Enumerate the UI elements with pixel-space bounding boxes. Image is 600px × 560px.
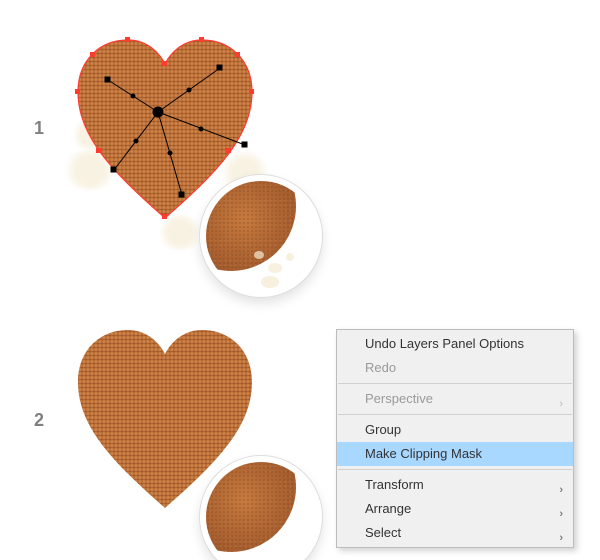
menu-item-redo: Redo	[337, 356, 573, 380]
menu-separator	[338, 414, 572, 415]
menu-item-undo[interactable]: Undo Layers Panel Options	[337, 332, 573, 356]
context-menu: Undo Layers Panel Options Redo Perspecti…	[336, 329, 574, 548]
menu-item-label: Arrange	[365, 501, 411, 516]
step-2-label: 2	[34, 410, 44, 431]
menu-item-perspective: Perspective›	[337, 387, 573, 411]
menu-item-label: Undo Layers Panel Options	[365, 336, 524, 351]
tutorial-figure: 1	[0, 0, 600, 560]
menu-item-label: Make Clipping Mask	[365, 446, 482, 461]
menu-item-select[interactable]: Select›	[337, 521, 573, 545]
chevron-right-icon: ›	[559, 526, 563, 550]
menu-item-label: Perspective	[365, 391, 433, 406]
menu-item-arrange[interactable]: Arrange›	[337, 497, 573, 521]
menu-item-label: Transform	[365, 477, 424, 492]
zoom-detail-2	[200, 456, 322, 560]
chevron-right-icon: ›	[559, 392, 563, 416]
menu-item-transform[interactable]: Transform›	[337, 473, 573, 497]
zoom-detail-1	[200, 175, 322, 297]
menu-item-group[interactable]: Group	[337, 418, 573, 442]
menu-item-label: Select	[365, 525, 401, 540]
menu-separator	[338, 469, 572, 470]
menu-item-label: Group	[365, 422, 401, 437]
step-1-label: 1	[34, 118, 44, 139]
menu-item-label: Redo	[365, 360, 396, 375]
menu-item-make-clipping-mask[interactable]: Make Clipping Mask	[337, 442, 573, 466]
menu-separator	[338, 383, 572, 384]
